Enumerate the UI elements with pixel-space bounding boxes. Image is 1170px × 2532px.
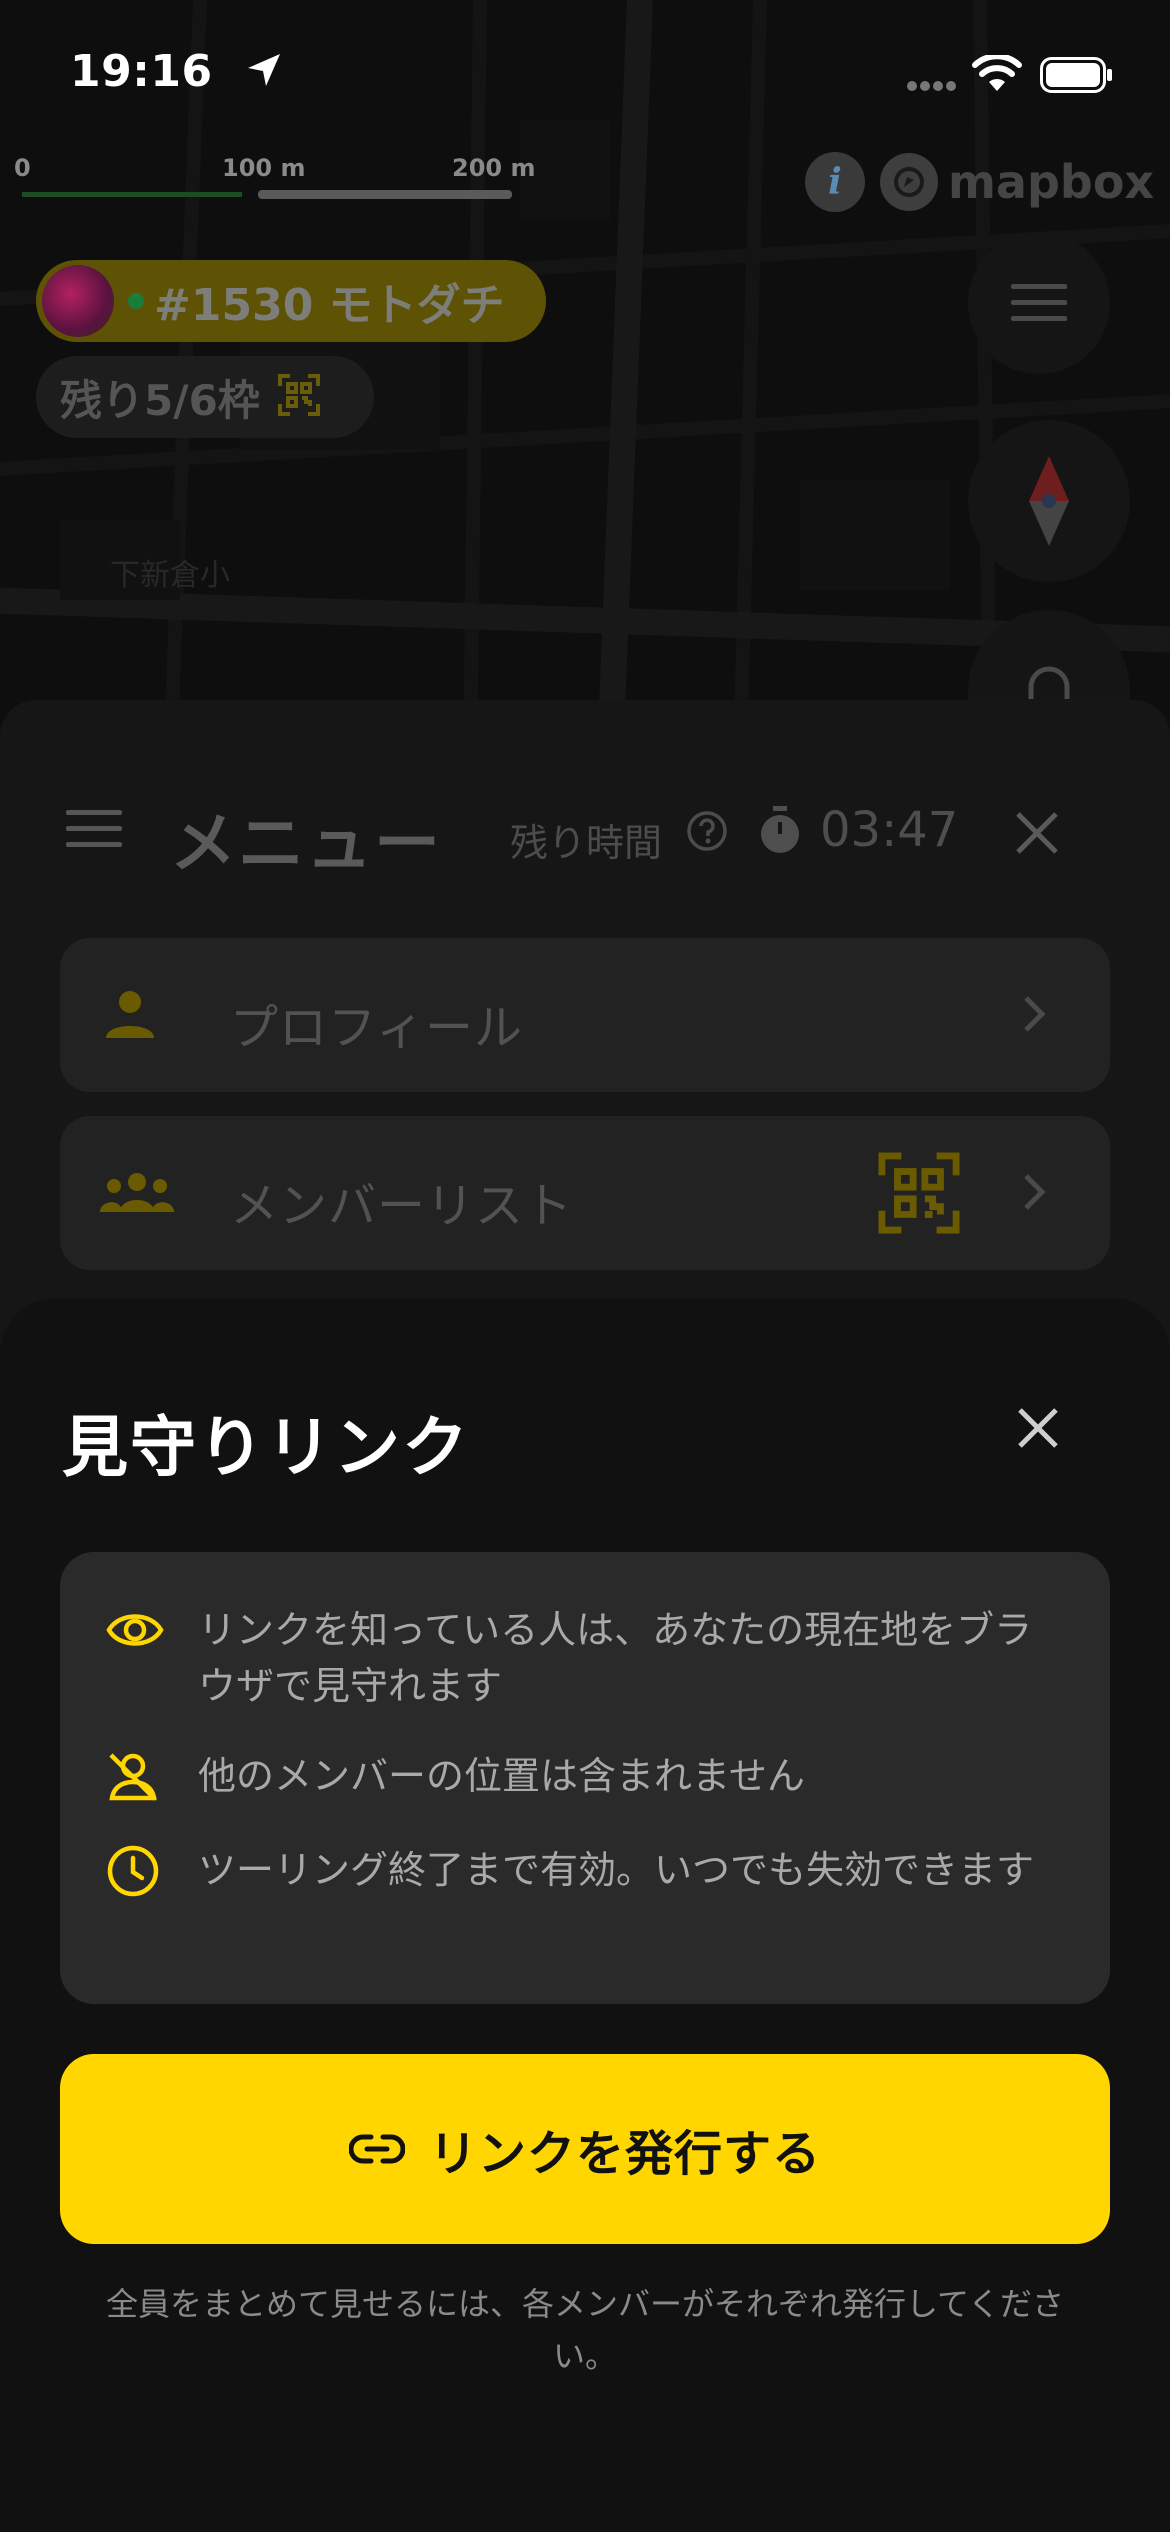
person-off-icon [109, 1753, 157, 1801]
issue-link-label: リンクを発行する [428, 2126, 821, 2182]
qr-code-icon [277, 374, 320, 420]
cellular-signal-icon [907, 81, 956, 91]
clock-icon [107, 1845, 159, 1897]
remaining-time-label: 残り時間 [510, 821, 663, 865]
menu-item-member-list[interactable]: メンバーリスト [60, 1116, 1110, 1270]
hamburger-icon [1011, 284, 1067, 321]
issue-link-button[interactable]: リンクを発行する [60, 2054, 1110, 2244]
group-icon [100, 1173, 174, 1212]
info-text: 他のメンバーの位置は含まれません [198, 1754, 805, 1798]
status-bar: 19:16 [0, 0, 1170, 150]
scale-label-100: 100 m [222, 154, 306, 182]
chevron-right-icon [1024, 996, 1046, 1032]
info-card: リンクを知っている人は、あなたの現在地をブラウザで見守れます 他のメンバーの位置… [60, 1552, 1110, 2004]
compass-icon [1029, 456, 1069, 546]
map-scale-bar: 0 100 m 200 m [0, 150, 560, 210]
menu-title: メニュー [170, 805, 442, 882]
location-arrow-icon [248, 54, 280, 86]
mapbox-mark-icon [880, 153, 938, 211]
stopwatch-icon [761, 806, 799, 853]
help-icon[interactable] [686, 810, 728, 852]
group-name: #1530 モトダチ [154, 280, 505, 331]
mapbox-wordmark: mapbox [948, 155, 1155, 209]
slots-badge[interactable]: 残り5/6枠 [36, 356, 374, 438]
scale-label-0: 0 [14, 154, 31, 182]
map-attribution-info-button[interactable]: i [805, 152, 865, 212]
person-icon [106, 991, 154, 1038]
chevron-right-icon [1024, 1174, 1046, 1210]
group-avatar [42, 265, 114, 337]
watch-link-sheet: 見守りリンク リンクを知っている人は、あなたの現在地をブラウザで見守れます 他の… [0, 1298, 1170, 2532]
close-icon[interactable] [1016, 1406, 1060, 1450]
info-text: リンクを知っている人は、あなたの現在地をブラウザで見守れます [198, 1608, 1033, 1708]
sheet-title: 見守りリンク [62, 1409, 470, 1486]
menu-item-label: プロフィール [230, 1000, 524, 1056]
battery-icon [1040, 57, 1112, 93]
headset-icon [1028, 666, 1070, 699]
link-icon [348, 2134, 405, 2164]
menu-item-label: メンバーリスト [230, 1178, 574, 1234]
scale-line [22, 190, 512, 199]
compass-button[interactable] [968, 420, 1130, 582]
eye-icon [106, 1614, 164, 1646]
qr-code-icon[interactable] [878, 1152, 960, 1234]
map-menu-button[interactable] [968, 232, 1110, 374]
menu-item-profile[interactable]: プロフィール [60, 938, 1110, 1092]
slots-label: 残り5/6枠 [60, 375, 260, 425]
mapbox-logo: mapbox [880, 150, 1154, 214]
remaining-timer: 03:47 [820, 802, 959, 858]
wifi-icon [972, 55, 1022, 91]
scale-label-200: 200 m [452, 154, 536, 182]
group-badge[interactable]: #1530 モトダチ [36, 260, 546, 342]
close-icon[interactable] [1014, 810, 1060, 856]
hamburger-icon [66, 810, 122, 847]
menu-header: メニュー 残り時間 03:47 [0, 790, 1170, 882]
status-time: 19:16 [70, 46, 213, 97]
online-status-dot [128, 293, 144, 309]
info-text: ツーリング終了まで有効。いつでも失効できます [198, 1848, 1035, 1892]
sheet-note: 全員をまとめて見せるには、各メンバーがそれぞれ発行してください。 [105, 2285, 1065, 2375]
